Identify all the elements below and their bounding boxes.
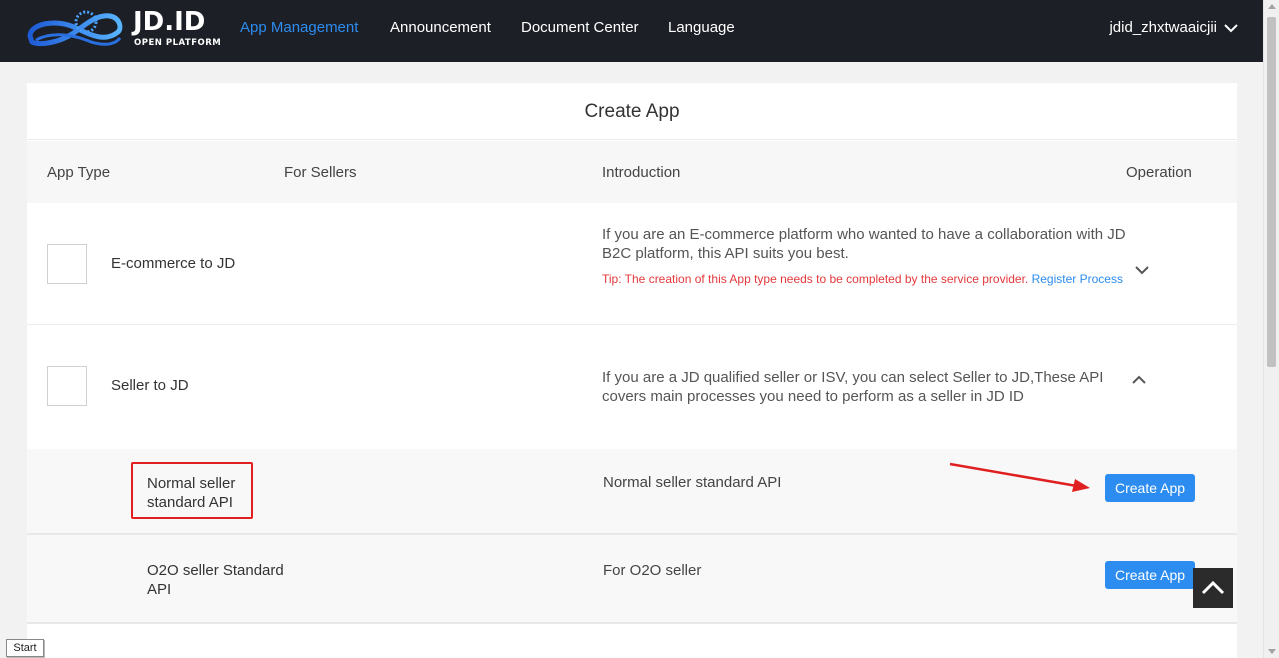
nav-language[interactable]: Language <box>668 18 735 38</box>
app-type-checkbox[interactable] <box>47 366 87 406</box>
annotation-arrow-icon <box>949 462 1090 492</box>
app-type-intro: If you are an E-commerce platform who wa… <box>602 226 1126 262</box>
chevron-up-icon[interactable] <box>1131 374 1147 386</box>
app-type-intro: If you are a JD qualified seller or ISV,… <box>602 369 1104 405</box>
scroll-up-arrow-icon[interactable] <box>1268 4 1276 9</box>
logo-subtext: OPEN PLATFORM <box>134 38 222 48</box>
register-process-link[interactable]: Register Process <box>1032 272 1123 286</box>
column-introduction: Introduction <box>602 164 681 181</box>
chevron-down-icon[interactable] <box>1223 18 1239 38</box>
username[interactable]: jdid_zhxtwaaicjii <box>1109 18 1217 38</box>
back-to-top-button[interactable] <box>1193 568 1233 608</box>
table-header: App Type For Sellers Introduction Operat… <box>27 141 1237 203</box>
logo-text: JD.ID <box>133 7 206 37</box>
chevron-down-icon[interactable] <box>1134 264 1150 276</box>
page-scrollbar[interactable] <box>1263 0 1279 658</box>
sub-api-label: O2O seller Standard API <box>147 562 284 598</box>
column-operation: Operation <box>1126 164 1192 181</box>
nav-app-management[interactable]: App Management <box>240 18 358 38</box>
column-app-type: App Type <box>47 164 111 181</box>
app-type-row-ecommerce: E-commerce to JD If you are an E-commerc… <box>27 203 1237 325</box>
app-type-label: E-commerce to JD <box>111 255 236 272</box>
top-navigation-bar: JD.ID OPEN PLATFORM App Management Annou… <box>0 0 1263 62</box>
app-type-row-seller: Seller to JD If you are a JD qualified s… <box>27 325 1237 449</box>
create-app-button[interactable]: Create App <box>1105 561 1195 589</box>
create-app-button[interactable]: Create App <box>1105 474 1195 502</box>
app-type-tip: Tip: The creation of this App type needs… <box>602 271 1127 287</box>
sub-api-intro: For O2O seller <box>603 562 702 579</box>
sub-api-row-o2o: O2O seller Standard API For O2O seller C… <box>27 535 1237 624</box>
sub-api-intro: Normal seller standard API <box>603 474 782 491</box>
page-title: Create App <box>27 83 1237 140</box>
app-type-label: Seller to JD <box>111 377 189 394</box>
jdid-logo[interactable]: JD.ID OPEN PLATFORM <box>26 4 236 56</box>
scroll-down-arrow-icon[interactable] <box>1268 649 1276 654</box>
start-button[interactable]: Start <box>6 639 44 657</box>
column-for-sellers: For Sellers <box>284 164 357 181</box>
scrollbar-thumb[interactable] <box>1267 17 1276 367</box>
logo-swirl-icon <box>27 10 123 47</box>
tip-text: Tip: The creation of this App type needs… <box>602 272 1029 286</box>
annotation-highlight-box <box>131 462 253 519</box>
nav-document-center[interactable]: Document Center <box>521 18 639 38</box>
app-type-checkbox[interactable] <box>47 244 87 284</box>
chevron-up-icon <box>1201 580 1225 595</box>
nav-announcement[interactable]: Announcement <box>390 18 491 38</box>
create-app-card: Create App App Type For Sellers Introduc… <box>27 83 1237 658</box>
